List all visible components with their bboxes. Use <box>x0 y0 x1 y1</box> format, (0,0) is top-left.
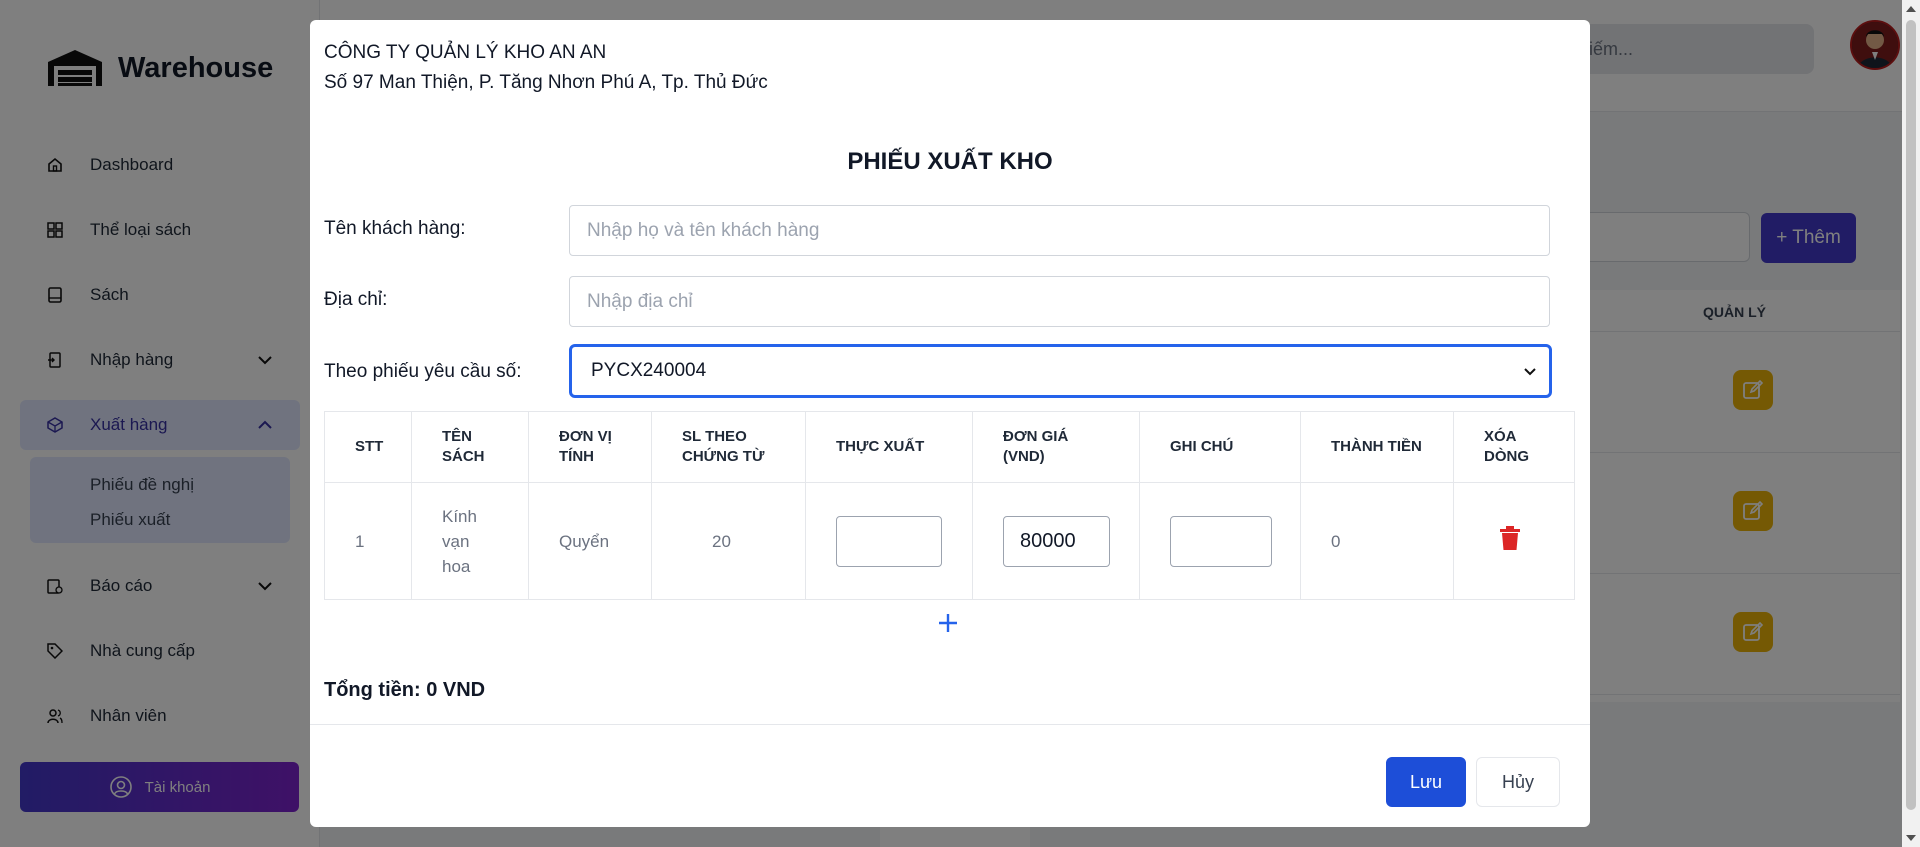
address-label: Địa chỉ: <box>324 289 388 310</box>
export-slip-modal: CÔNG TY QUẢN LÝ KHO AN AN Số 97 Man Thiệ… <box>310 20 1590 827</box>
items-table: STT TÊN SÁCH ĐƠN VỊ TÍNH SL THEO CHỨNG T… <box>324 411 1575 600</box>
delete-row-icon[interactable] <box>1499 525 1523 550</box>
document-quantity: 20 <box>651 482 806 600</box>
modal-title: PHIẾU XUẤT KHO <box>847 148 1053 175</box>
column-header: TÊN SÁCH <box>411 411 529 483</box>
scroll-down-icon[interactable] <box>1906 835 1916 841</box>
book-name: Kính vạn hoa <box>411 482 529 600</box>
request-select-value: PYCX240004 <box>591 360 707 381</box>
column-header: THỰC XUẤT <box>805 411 973 483</box>
scroll-up-icon[interactable] <box>1906 6 1916 12</box>
scrollbar[interactable] <box>1902 0 1920 847</box>
row-index: 1 <box>324 482 412 600</box>
column-header: THÀNH TIỀN <box>1300 411 1454 483</box>
customer-name-input[interactable] <box>569 205 1550 256</box>
table-header-row: STT TÊN SÁCH ĐƠN VỊ TÍNH SL THEO CHỨNG T… <box>324 411 1575 483</box>
total-amount: Tổng tiền: 0 VND <box>324 679 486 701</box>
request-select[interactable]: PYCX240004 <box>569 344 1552 398</box>
note-input[interactable] <box>1170 515 1272 567</box>
cancel-button[interactable]: Hủy <box>1476 757 1560 807</box>
column-header: ĐƠN GIÁ (VND) <box>972 411 1140 483</box>
customer-label: Tên khách hàng: <box>324 218 466 239</box>
company-name: CÔNG TY QUẢN LÝ KHO AN AN <box>324 42 607 63</box>
company-address: Số 97 Man Thiện, P. Tăng Nhơn Phú A, Tp.… <box>324 72 768 93</box>
column-header: SL THEO CHỨNG TỪ <box>651 411 806 483</box>
line-amount: 0 <box>1300 482 1454 600</box>
column-header: GHI CHÚ <box>1139 411 1301 483</box>
column-header: STT <box>324 411 412 483</box>
request-label: Theo phiếu yêu cầu số: <box>324 361 522 382</box>
company-info: CÔNG TY QUẢN LÝ KHO AN AN Số 97 Man Thiệ… <box>324 38 768 98</box>
table-row: 1 Kính vạn hoa Quyển 20 80000 0 <box>324 482 1575 600</box>
unit-price-input[interactable]: 80000 <box>1003 515 1110 567</box>
actual-quantity-input[interactable] <box>836 515 942 567</box>
address-input[interactable] <box>569 276 1550 327</box>
unit: Quyển <box>528 482 652 600</box>
divider <box>310 724 1590 725</box>
save-button[interactable]: Lưu <box>1386 757 1466 807</box>
chevron-down-icon <box>1524 368 1536 376</box>
scroll-thumb[interactable] <box>1906 20 1916 810</box>
column-header: ĐƠN VỊ TÍNH <box>528 411 652 483</box>
add-row-icon[interactable] <box>937 612 959 634</box>
column-header: XÓA DÒNG <box>1453 411 1575 483</box>
